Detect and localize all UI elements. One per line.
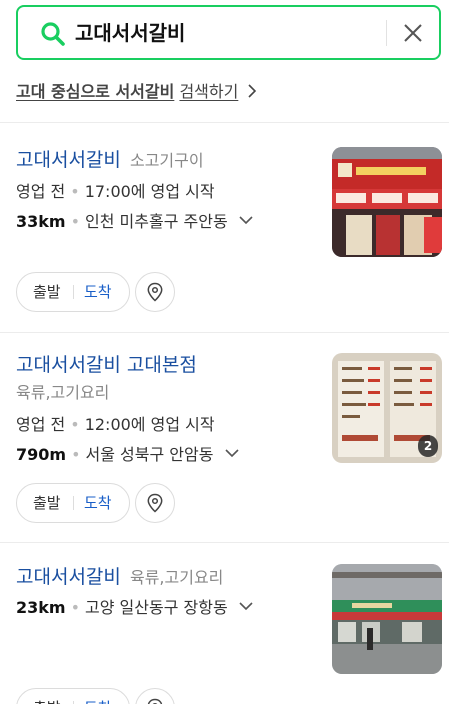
address: 인천 미추홀구 주안동 — [85, 212, 228, 231]
address: 서울 성북구 안암동 — [85, 445, 214, 464]
arrive-button[interactable]: 도착 — [84, 689, 112, 704]
divider — [0, 122, 449, 123]
address: 고양 일산동구 장항동 — [85, 598, 228, 617]
route-buttons: 출발 도착 — [16, 688, 130, 704]
place-category: 소고기구이 — [129, 151, 204, 170]
chevron-down-icon — [224, 449, 239, 458]
distance: 33km — [16, 212, 66, 231]
save-location-button[interactable] — [135, 688, 175, 704]
photo-count-badge: 2 — [418, 435, 438, 457]
distance: 23km — [16, 598, 66, 617]
business-hours: 영업 전 • 12:00에 영업 시작 — [16, 415, 215, 434]
storefront-photo — [332, 147, 442, 257]
search-bar[interactable]: 고대서서갈비 — [16, 5, 441, 60]
chevron-down-icon — [239, 216, 253, 225]
location-line[interactable]: 23km • 고양 일산동구 장항동 — [16, 596, 253, 620]
distance: 790m — [16, 445, 67, 464]
business-hours: 영업 전 • 17:00에 영업 시작 — [16, 182, 215, 201]
depart-button[interactable]: 출발 — [33, 689, 61, 704]
search-suggestion[interactable]: 고대 중심으로 서서갈비 검색하기 — [16, 80, 257, 104]
map-pin-icon — [147, 698, 163, 704]
arrive-button[interactable]: 도착 — [84, 484, 112, 522]
route-buttons: 출발 도착 — [16, 272, 130, 312]
depart-button[interactable]: 출발 — [33, 273, 61, 311]
place-name[interactable]: 고대서서갈비 — [16, 149, 121, 171]
place-category: 육류,고기요리 — [129, 568, 224, 587]
arrive-button[interactable]: 도착 — [84, 273, 112, 311]
search-divider — [386, 20, 387, 46]
result-title: 고대서서갈비 육류,고기요리 — [16, 563, 223, 592]
place-category: 육류,고기요리 — [16, 383, 110, 402]
place-name[interactable]: 고대서서갈비 — [16, 566, 121, 588]
map-pin-icon — [147, 493, 163, 513]
open-time: 12:00에 영업 시작 — [84, 415, 215, 434]
save-location-button[interactable] — [135, 272, 175, 312]
map-pin-icon — [147, 282, 163, 302]
chevron-right-icon — [248, 84, 257, 98]
place-thumbnail[interactable] — [332, 564, 442, 674]
suggestion-query: 고대 중심으로 서서갈비 — [16, 82, 175, 101]
location-line[interactable]: 790m • 서울 성북구 안암동 — [16, 443, 239, 467]
place-name[interactable]: 고대서서갈비 고대본점 — [16, 354, 197, 376]
place-thumbnail[interactable]: 2 — [332, 353, 442, 463]
street-photo — [332, 564, 442, 674]
close-icon[interactable] — [401, 21, 425, 45]
save-location-button[interactable] — [135, 483, 175, 523]
search-icon — [41, 22, 65, 46]
search-input[interactable]: 고대서서갈비 — [75, 19, 185, 47]
place-thumbnail[interactable] — [332, 147, 442, 257]
suggestion-action: 검색하기 — [179, 82, 239, 101]
open-status: 영업 전 — [16, 182, 66, 201]
location-line[interactable]: 33km • 인천 미추홀구 주안동 — [16, 210, 253, 234]
chevron-down-icon — [239, 602, 253, 611]
open-status: 영업 전 — [16, 415, 66, 434]
depart-button[interactable]: 출발 — [33, 484, 61, 522]
route-buttons: 출발 도착 — [16, 483, 130, 523]
result-title: 고대서서갈비 고대본점 — [16, 351, 197, 380]
open-time: 17:00에 영업 시작 — [84, 182, 215, 201]
result-title: 고대서서갈비 소고기구이 — [16, 146, 204, 175]
divider — [0, 542, 449, 543]
divider — [0, 332, 449, 333]
